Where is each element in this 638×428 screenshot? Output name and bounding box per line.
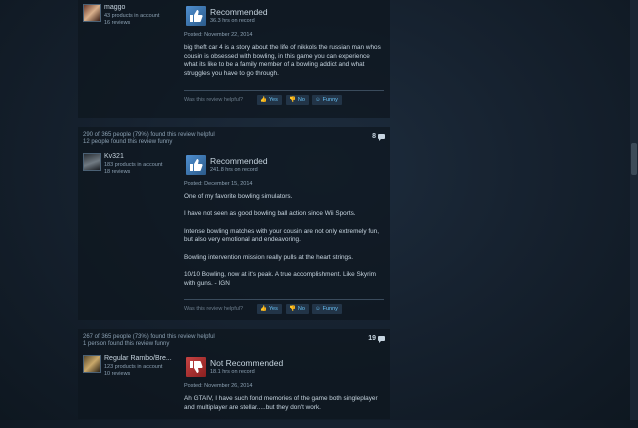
review-author[interactable]: Regular Rambo/Bre... 123 products in acc… [83,355,183,385]
verdict-title: Not Recommended [210,358,284,368]
hours-on-record: 241.8 hrs on record [210,167,258,173]
author-name[interactable]: maggo [104,4,125,11]
review-header: 290 of 365 people (79%) found this revie… [78,127,390,149]
review-text: One of my favorite bowling simulators. I… [184,193,384,289]
avatar[interactable] [83,4,101,22]
posted-date: Posted: November 22, 2014 [184,32,253,38]
review-paragraph: Ah GTAIV, I have such fond memories of t… [184,395,378,411]
review-verdict[interactable]: Not Recommended 18.1 hrs on record [184,355,384,379]
thumbs-down-icon: 👎 [289,305,296,312]
helpful-question: Was this review helpful? [184,305,244,312]
comment-icon [378,133,385,141]
comment-count-link[interactable]: 8 [372,133,385,141]
posted-date: Posted: November 26, 2014 [184,383,253,389]
funny-count: 12 people found this review funny [83,139,173,145]
posted-date: Posted: December 15, 2014 [184,181,253,187]
review-card: 290 of 365 people (79%) found this revie… [78,127,390,320]
hours-on-record: 18.1 hrs on record [210,369,255,375]
thumbs-up-icon: 👍 [260,96,267,103]
review-list: maggo 43 products in account 16 reviews … [78,0,390,428]
thumbs-up-icon [186,155,206,175]
comment-count-link[interactable]: 19 [368,335,385,343]
avatar[interactable] [83,355,101,373]
verdict-title: Recommended [210,156,268,166]
author-meta: 123 products in account 10 reviews [104,364,162,378]
review-author[interactable]: maggo 43 products in account 16 reviews [83,4,183,34]
hours-on-record: 36.3 hrs on record [210,18,255,24]
thumbs-down-icon: 👎 [289,96,296,103]
helpful-bar: Was this review helpful? 👍 Yes 👎 No ☺ Funny [184,300,390,318]
vote-funny-button[interactable]: ☺ Funny [312,303,342,314]
review-text: big theft car 4 is a story about the lif… [184,44,384,79]
vote-no-button[interactable]: 👎 No [286,303,309,314]
helpful-count: 267 of 365 people (73%) found this revie… [83,334,215,340]
review-content: Recommended 36.3 hrs on record Posted: N… [184,4,390,79]
funny-count: 1 person found this review funny [83,341,170,347]
thumbs-up-icon [186,6,206,26]
author-products[interactable]: 123 products in account [104,364,162,371]
author-name[interactable]: Kv321 [104,153,124,160]
page-scrollbar[interactable] [630,0,638,420]
author-products[interactable]: 43 products in account [104,13,159,20]
review-content: Recommended 241.8 hrs on record Posted: … [184,153,390,289]
author-products[interactable]: 183 products in account [104,162,162,169]
vote-no-button[interactable]: 👎 No [286,94,309,105]
review-card: maggo 43 products in account 16 reviews … [78,0,390,118]
helpful-bar: Was this review helpful? 👍 Yes 👎 No ☺ Funny [184,91,390,109]
author-meta: 183 products in account 18 reviews [104,162,162,176]
review-paragraph: Bowling intervention mission really pull… [184,253,354,261]
author-reviews[interactable]: 10 reviews [104,371,162,378]
thumbs-down-icon [186,357,206,377]
scrollbar-thumb[interactable] [631,143,637,175]
vote-yes-button[interactable]: 👍 Yes [257,303,282,314]
review-content: Not Recommended 18.1 hrs on record Poste… [184,355,390,412]
review-verdict[interactable]: Recommended 241.8 hrs on record [184,153,384,177]
author-reviews[interactable]: 16 reviews [104,20,159,27]
author-reviews[interactable]: 18 reviews [104,169,162,176]
smiley-icon: ☺ [315,96,321,103]
review-paragraph: One of my favorite bowling simulators. [184,193,293,200]
avatar[interactable] [83,153,101,171]
author-name[interactable]: Regular Rambo/Bre... [104,355,172,362]
review-paragraph: 10/10 Bowling, now at it's peak. A true … [184,271,376,287]
helpful-count: 290 of 365 people (79%) found this revie… [83,132,215,138]
review-header: 267 of 365 people (73%) found this revie… [78,329,390,351]
review-paragraph: big theft car 4 is a story about the lif… [184,44,381,78]
review-author[interactable]: Kv321 183 products in account 18 reviews [83,153,183,183]
smiley-icon: ☺ [315,305,321,312]
helpful-question: Was this review helpful? [184,96,244,103]
review-card: 267 of 365 people (73%) found this revie… [78,329,390,419]
review-text: Ah GTAIV, I have such fond memories of t… [184,395,384,412]
verdict-title: Recommended [210,7,268,17]
review-paragraph: I have not seen as good bowling ball act… [184,210,356,218]
vote-funny-button[interactable]: ☺ Funny [312,94,342,105]
author-meta: 43 products in account 16 reviews [104,13,159,27]
review-paragraph: Intense bowling matches with your cousin… [184,227,380,244]
comment-icon [378,335,385,343]
thumbs-up-icon: 👍 [260,305,267,312]
vote-yes-button[interactable]: 👍 Yes [257,94,282,105]
review-verdict[interactable]: Recommended 36.3 hrs on record [184,4,384,28]
